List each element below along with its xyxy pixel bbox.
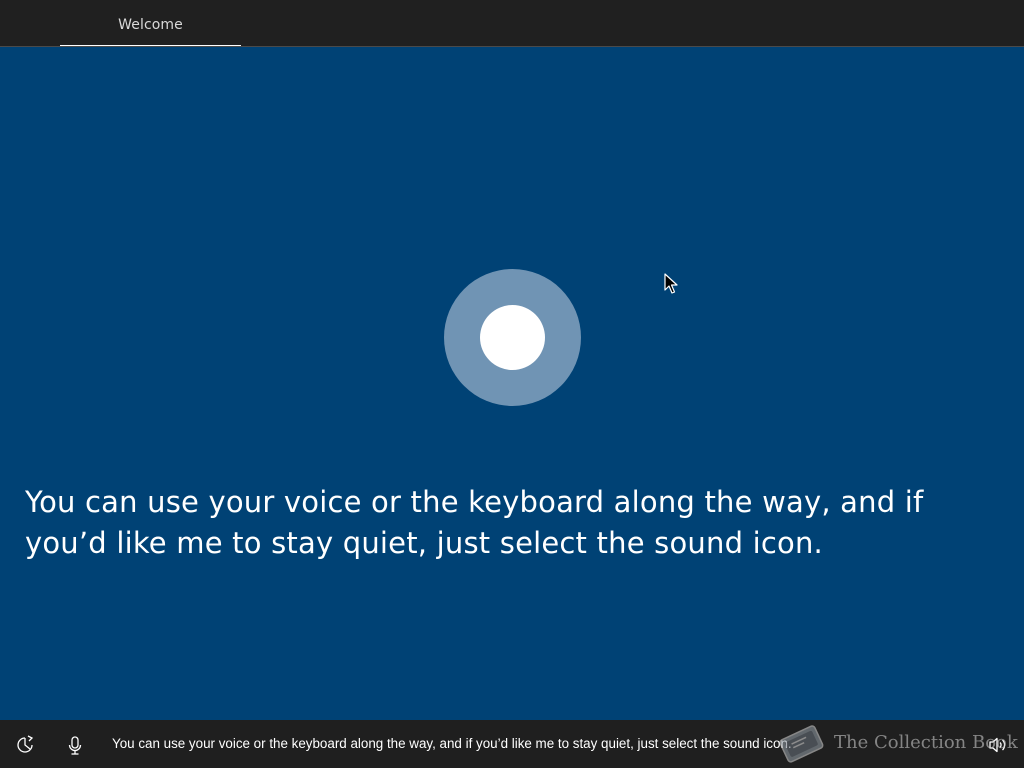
main-message: You can use your voice or the keyboard a…	[25, 485, 924, 560]
caption-text: You can use your voice or the keyboard a…	[112, 736, 792, 751]
topbar-divider	[0, 46, 1024, 47]
microphone-button[interactable]	[62, 732, 88, 758]
cortana-core	[480, 305, 545, 370]
tab-welcome[interactable]: Welcome	[60, 0, 241, 48]
cortana-circle-icon	[444, 269, 581, 406]
speaker-icon	[989, 737, 1006, 753]
oobe-screen: Welcome You can use your voice or the ke…	[0, 0, 1024, 768]
mouse-pointer-icon	[664, 273, 678, 294]
microphone-icon	[68, 736, 82, 755]
ease-of-access-icon	[17, 735, 34, 753]
sound-button[interactable]	[984, 732, 1010, 758]
top-navigation-bar: Welcome	[0, 0, 1024, 48]
tab-welcome-label: Welcome	[118, 17, 183, 33]
bottom-caption-bar: You can use your voice or the keyboard a…	[0, 720, 1024, 768]
ease-of-access-button[interactable]	[12, 732, 38, 758]
